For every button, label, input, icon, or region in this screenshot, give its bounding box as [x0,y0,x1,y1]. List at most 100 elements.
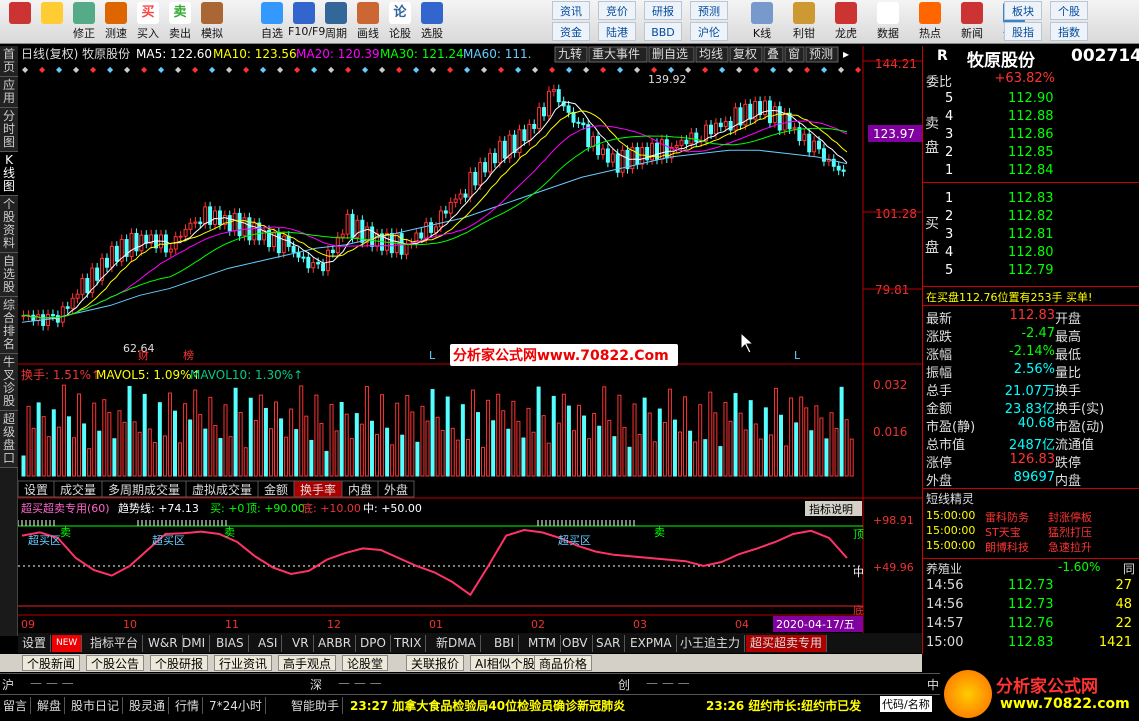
测速-button[interactable]: 测速 [100,1,132,43]
利钳-button[interactable]: 利钳 [788,1,820,43]
link-4[interactable]: 研报 [644,1,682,20]
indicator-tab-13[interactable]: MTM [524,635,562,652]
info-tab-5[interactable]: 论股堂 [342,655,389,671]
周期-button[interactable]: 周期 [320,1,352,43]
info-tab-4[interactable]: 高手观点 [278,655,337,671]
status-item-0[interactable]: 留言 [0,697,32,714]
left-tab-5[interactable]: 自选股 [0,253,18,297]
sell-level[interactable]: 2 112.85 [923,145,1139,163]
status-item-2[interactable]: 股市日记 [68,697,124,714]
卖出-button[interactable]: 卖卖出 [164,1,196,43]
link-7[interactable]: 沪伦 [690,22,728,41]
修正-button[interactable]: 修正 [68,1,100,43]
indicator-tab-18[interactable]: 超买超卖专用 [746,635,828,652]
indicator-tab-6[interactable]: ASI [254,635,283,652]
info-tab-7[interactable]: AI相似个股 [470,655,540,671]
market-zhong[interactable]: 中 [927,676,939,693]
link-2[interactable]: 竞价 [598,1,636,20]
kline-chart[interactable]: 日线(复权) 牧原股份 MA5: 122.60 MA10: 123.56 MA2… [18,46,922,634]
left-tab-7[interactable]: 牛叉诊股 [0,354,18,411]
indicator-tab-1[interactable]: NEW [52,635,83,652]
热点-button[interactable]: 热点 [914,1,946,43]
选股-button[interactable]: 选股 [416,1,448,43]
left-tab-4[interactable]: 个股资料 [0,196,18,253]
industry-name[interactable]: 养殖业 [926,560,962,577]
indicator-tab-0[interactable]: 设置 [18,635,52,652]
link-0[interactable]: 资讯 [552,1,590,20]
link-6[interactable]: 预测 [690,1,728,20]
left-tab-3[interactable]: K线图 [0,152,18,196]
link-3[interactable]: 陆港 [598,22,636,41]
buy-level[interactable]: 3 112.81 [923,227,1139,245]
新闻-button[interactable]: 新闻 [956,1,988,43]
vol-tab-0[interactable]: 设置 [24,483,48,497]
画线-button[interactable]: 画线 [352,1,384,43]
market-sz[interactable]: 深 [310,676,322,693]
status-item-1[interactable]: 解盘 [34,697,66,714]
buy-level[interactable]: 5 112.79 [923,263,1139,281]
sell-level[interactable]: 3 112.86 [923,127,1139,145]
status-item-5[interactable]: 7*24小时 [206,697,266,714]
left-tab-0[interactable]: 首页 [0,46,18,77]
买入-button[interactable]: 买买入 [132,1,164,43]
info-tab-0[interactable]: 个股新闻 [22,655,81,671]
indicator-tab-9[interactable]: DPO [356,635,391,652]
indicator-tab-14[interactable]: OBV [558,635,593,652]
next-arrow-icon[interactable]: ▸ [843,47,849,61]
龙虎-button[interactable]: 龙虎 [830,1,862,43]
news-ticker-2[interactable]: 23:26 纽约市长:纽约市已发 [706,697,861,714]
link2-0[interactable]: 板块 [1004,1,1042,20]
link2-2[interactable]: 个股 [1050,1,1088,20]
status-item-3[interactable]: 股灵通 [126,697,170,714]
left-tab-6[interactable]: 综合排名 [0,297,18,354]
buy-level[interactable]: 2 112.82 [923,209,1139,227]
indicator-tab-5[interactable]: BIAS [212,635,249,652]
left-tab-2[interactable]: 分时图 [0,108,18,152]
info-tab-6[interactable]: 关联报价 [406,655,465,671]
info-tab-1[interactable]: 个股公告 [86,655,145,671]
header-btn-3[interactable]: 均线 [699,47,723,61]
info-tab-8[interactable]: 商品价格 [534,655,593,671]
vol-tab-6[interactable]: 内盘 [348,482,372,497]
indicator-tab-11[interactable]: 新DMA [432,635,481,652]
info-tab-2[interactable]: 个股研报 [150,655,209,671]
header-btn-4[interactable]: 复权 [733,47,757,61]
grid-icon-button[interactable] [4,1,36,43]
indicator-help-button[interactable]: 指标说明 [809,502,853,516]
vol-tab-2[interactable]: 多周期成交量 [108,482,180,497]
link2-1[interactable]: 股指 [1004,22,1042,41]
indicator-tab-3[interactable]: W&R [144,635,183,652]
elf-row[interactable]: 15:00:00 朗博科技 急速拉升 [923,539,1139,557]
indicator-tab-12[interactable]: BBI [490,635,520,652]
vol-tab-3[interactable]: 虚拟成交量 [192,482,252,497]
header-btn-1[interactable]: 重大事件 [592,47,640,61]
status-item-6[interactable]: 智能助手 [288,697,344,714]
link-1[interactable]: 资金 [552,22,590,41]
header-btn-0[interactable]: 九转 [558,46,582,61]
sell-level[interactable]: 5 112.90 [923,91,1139,109]
indicator-tab-7[interactable]: VR [288,635,314,652]
left-tab-8[interactable]: 超级盘口 [0,411,18,468]
link-5[interactable]: BBD [644,22,682,41]
sell-level[interactable]: 4 112.88 [923,109,1139,127]
F10/F9-button[interactable]: F10/F9 [288,1,325,43]
indicator-tab-15[interactable]: SAR [592,635,626,652]
link2-3[interactable]: 指数 [1050,22,1088,41]
论股-button[interactable]: 论论股 [384,1,416,43]
vol-tab-4[interactable]: 金额 [264,482,288,497]
indicator-tab-2[interactable]: 指标平台 [86,635,144,652]
header-btn-5[interactable]: 叠 [767,47,779,61]
K线-button[interactable]: K线 [746,1,778,43]
indicator-tab-8[interactable]: ARBR [314,635,357,652]
market-sh[interactable]: 沪 [2,676,14,693]
left-tab-1[interactable]: 应用 [0,77,18,108]
indicator-tab-4[interactable]: DMI [178,635,211,652]
buy-level[interactable]: 1 112.83 [923,191,1139,209]
模拟-button[interactable]: 模拟 [196,1,228,43]
vol-tab-7[interactable]: 外盘 [384,482,408,497]
news-ticker-1[interactable]: 23:27 加拿大食品检验局40位检验员确诊新冠肺炎 [350,697,625,714]
back-arrow-icon-button[interactable] [36,1,68,43]
header-btn-2[interactable]: 删自选 [652,47,688,61]
indicator-tab-16[interactable]: EXPMA [626,635,677,652]
indicator-tab-10[interactable]: TRIX [390,635,427,652]
